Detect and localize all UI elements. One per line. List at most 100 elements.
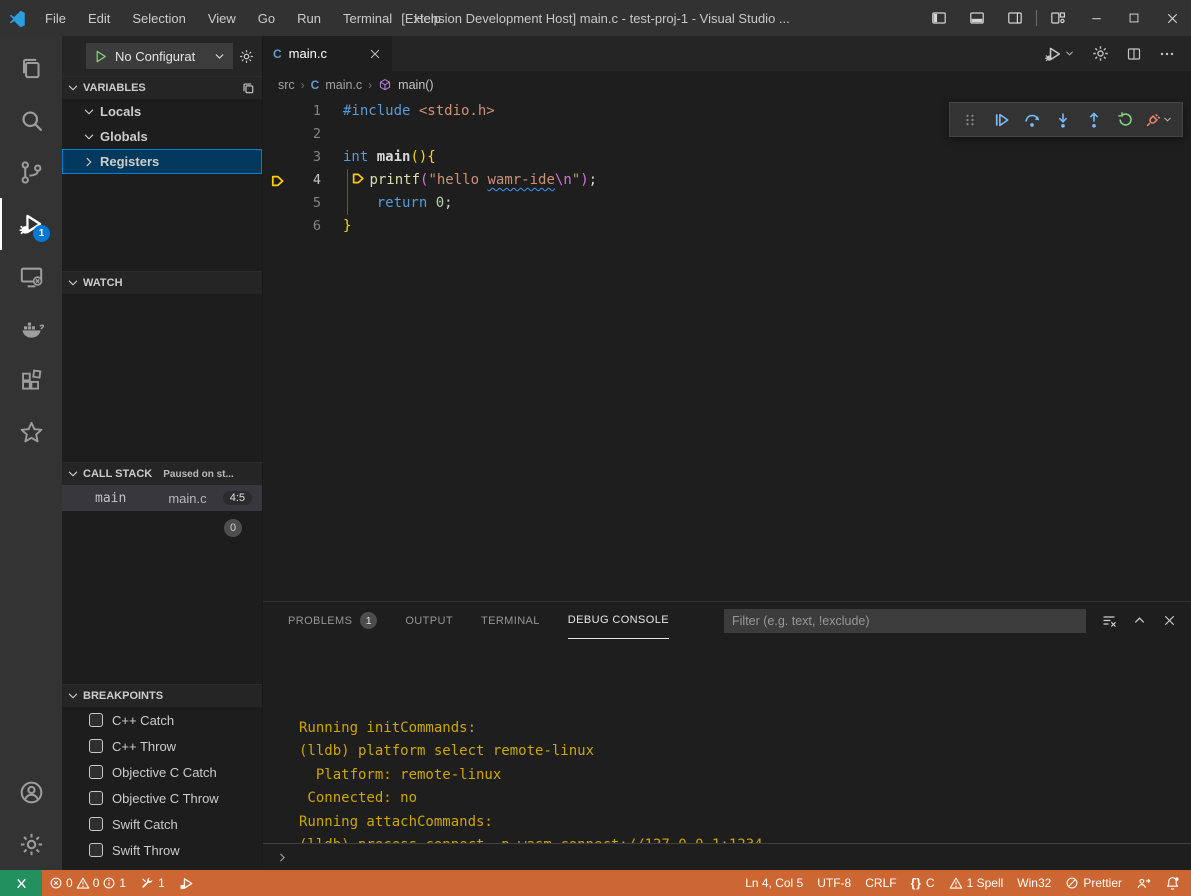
split-editor-icon[interactable] (1126, 46, 1142, 62)
feedback-button[interactable] (1129, 870, 1158, 896)
menu-run[interactable]: Run (286, 0, 332, 36)
language-mode[interactable]: {̇} C (904, 870, 942, 896)
ports-status[interactable]: 1 (133, 870, 172, 896)
activity-search[interactable] (0, 94, 62, 146)
call-stack-section-header[interactable]: CALL STACK Paused on st... (62, 462, 262, 485)
debug-status[interactable] (172, 870, 201, 896)
customize-layout-button[interactable] (1039, 0, 1077, 36)
disconnect-button[interactable] (1143, 107, 1175, 133)
breakpoint-checkbox[interactable] (89, 713, 103, 727)
close-window-button[interactable] (1153, 0, 1191, 36)
variables-scope-locals[interactable]: Locals (62, 99, 262, 124)
breadcrumb-folder[interactable]: src (278, 78, 295, 92)
breadcrumbs[interactable]: src › C main.c › main() (263, 71, 1191, 98)
tab-problems[interactable]: PROBLEMS 1 (288, 602, 377, 639)
more-actions-icon[interactable] (1159, 46, 1175, 62)
step-into-button[interactable] (1050, 107, 1076, 133)
breakpoint-gutter[interactable] (263, 100, 293, 123)
remote-icon (14, 876, 29, 891)
eol-indicator[interactable]: CRLF (858, 870, 903, 896)
spell-checker-status[interactable]: 1 Spell (942, 870, 1011, 896)
restart-button[interactable] (1112, 107, 1138, 133)
breakpoint-checkbox[interactable] (89, 739, 103, 753)
tab-debug-console[interactable]: DEBUG CONSOLE (568, 602, 669, 639)
breadcrumb-file[interactable]: main.c (325, 78, 362, 92)
activity-source-control[interactable] (0, 146, 62, 198)
menu-terminal[interactable]: Terminal (332, 0, 403, 36)
current-line-arrow-icon[interactable] (263, 169, 293, 192)
variables-scope-globals[interactable]: Globals (62, 124, 262, 149)
accounts-button[interactable] (0, 766, 62, 818)
minimize-button[interactable] (1077, 0, 1115, 36)
tab-terminal[interactable]: TERMINAL (481, 602, 540, 639)
run-or-debug-button[interactable] (1044, 45, 1075, 63)
formatter-status[interactable]: Prettier (1058, 870, 1129, 896)
breakpoints-section-header[interactable]: BREAKPOINTS (62, 684, 262, 707)
menu-edit[interactable]: Edit (77, 0, 121, 36)
activity-remote-explorer[interactable] (0, 250, 62, 302)
code-editor[interactable]: 1#include <stdio.h>23int main(){4 printf… (263, 98, 1191, 601)
launch-configuration-dropdown[interactable]: No Configurat (86, 43, 233, 69)
activity-docker[interactable] (0, 302, 62, 354)
breakpoint-gutter[interactable] (263, 215, 293, 238)
toggle-secondary-sidebar-button[interactable] (996, 0, 1034, 36)
code-line-3[interactable]: 3int main(){ (263, 146, 1191, 169)
activity-favorites[interactable] (0, 406, 62, 458)
breakpoint-item[interactable]: Objective C Catch (62, 759, 262, 785)
breakpoint-item[interactable]: C++ Throw (62, 733, 262, 759)
activity-run-and-debug[interactable]: 1 (0, 198, 62, 250)
code-line-4[interactable]: 4 printf("hello wamr-ide\n"); (263, 169, 1191, 192)
breakpoint-checkbox[interactable] (89, 817, 103, 831)
step-over-button[interactable] (1019, 107, 1045, 133)
breakpoint-checkbox[interactable] (89, 765, 103, 779)
variables-scope-registers[interactable]: Registers (62, 149, 262, 174)
code-line-5[interactable]: 5 return 0; (263, 192, 1191, 215)
toggle-panel-button[interactable] (958, 0, 996, 36)
breakpoint-item[interactable]: C++ Catch (62, 707, 262, 733)
activity-extensions[interactable] (0, 354, 62, 406)
clear-console-icon[interactable] (1101, 613, 1117, 629)
variables-section-header[interactable]: VARIABLES (62, 76, 262, 99)
close-tab-icon[interactable] (368, 47, 382, 61)
breakpoint-item[interactable]: Objective C Throw (62, 785, 262, 811)
cursor-position[interactable]: Ln 4, Col 5 (738, 870, 810, 896)
breakpoint-checkbox[interactable] (89, 843, 103, 857)
debug-console-input[interactable] (263, 843, 1191, 870)
remote-indicator[interactable] (0, 870, 42, 896)
menu-view[interactable]: View (197, 0, 247, 36)
problems-status[interactable]: 0 0 1 (42, 870, 133, 896)
maximize-button[interactable] (1115, 0, 1153, 36)
breakpoint-gutter[interactable] (263, 146, 293, 169)
stack-frame-row[interactable]: main main.c 4:5 (62, 485, 262, 511)
breakpoint-item[interactable]: Swift Catch (62, 811, 262, 837)
tab-output[interactable]: OUTPUT (405, 602, 453, 639)
maximize-panel-icon[interactable] (1132, 613, 1147, 628)
collapse-all-icon[interactable] (241, 81, 256, 96)
close-panel-icon[interactable] (1162, 613, 1177, 628)
toggle-sidebar-button[interactable] (920, 0, 958, 36)
breadcrumb-symbol[interactable]: main() (398, 78, 433, 92)
start-debugging-icon[interactable] (93, 49, 108, 64)
debug-console-output[interactable]: Running initCommands:(lldb) platform sel… (263, 639, 1191, 843)
console-filter-input[interactable] (724, 609, 1086, 633)
step-out-button[interactable] (1081, 107, 1107, 133)
notifications-button[interactable] (1158, 870, 1191, 896)
breakpoint-item[interactable]: Swift Throw (62, 837, 262, 863)
editor-settings-gear-icon[interactable] (1092, 45, 1109, 62)
watch-section-header[interactable]: WATCH (62, 271, 262, 294)
settings-button[interactable] (0, 818, 62, 870)
open-launch-json-gear-icon[interactable] (239, 49, 254, 64)
continue-button[interactable] (988, 107, 1014, 133)
platform-indicator[interactable]: Win32 (1010, 870, 1058, 896)
breakpoint-gutter[interactable] (263, 123, 293, 146)
breakpoint-checkbox[interactable] (89, 791, 103, 805)
breakpoint-gutter[interactable] (263, 192, 293, 215)
encoding-indicator[interactable]: UTF-8 (810, 870, 858, 896)
toolbar-drag-handle[interactable] (957, 107, 983, 133)
menu-file[interactable]: File (34, 0, 77, 36)
tab-main-c[interactable]: C main.c (263, 36, 393, 71)
code-line-6[interactable]: 6} (263, 215, 1191, 238)
activity-explorer[interactable] (0, 42, 62, 94)
menu-go[interactable]: Go (247, 0, 286, 36)
menu-selection[interactable]: Selection (121, 0, 196, 36)
